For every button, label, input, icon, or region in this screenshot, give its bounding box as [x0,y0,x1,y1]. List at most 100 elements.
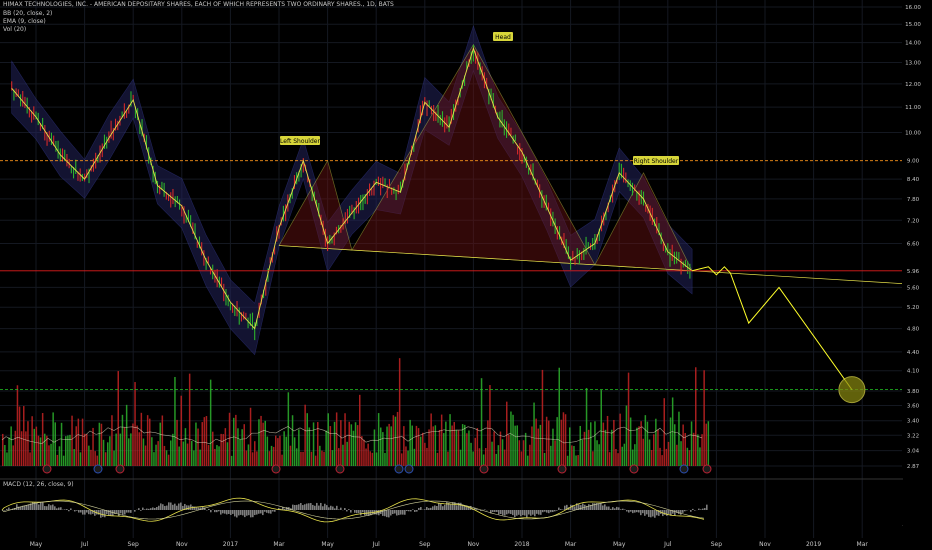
indicator-ema: EMA (9, close) [3,18,46,25]
price-tick-label: 5.20 [907,305,920,311]
macd-histogram-bar [54,506,56,510]
price-tick-label: 11.00 [905,105,921,111]
macd-histogram-bar [518,510,520,515]
macd-histogram-bar [560,509,562,510]
volume-bar [550,445,552,466]
event-marker-icon [42,464,52,474]
volume-bar [81,418,84,466]
macd-histogram-bar [140,510,142,511]
macd-histogram-bar [508,510,510,514]
volume-bar [512,414,514,466]
macd-histogram-bar [320,502,322,510]
macd-histogram-bar [346,510,348,512]
volume-bar [165,450,168,466]
macd-histogram-bar [552,510,554,513]
volume-bar [447,451,449,466]
volume-bar [596,440,598,466]
macd-histogram-bar [214,510,216,513]
volume-bar [88,445,90,466]
macd-histogram-bar [154,507,156,510]
volume-bar [113,450,115,466]
volume-bar [270,445,273,466]
macd-histogram-bar [690,510,692,512]
macd-histogram-bar [134,510,136,512]
macd-histogram-bar [116,510,118,514]
volume-bar [115,433,117,466]
volume-bar [239,439,241,466]
macd-histogram-bar [406,510,408,512]
volume-bar [398,358,401,466]
macd-histogram-bar [652,510,654,517]
volume-bar [407,450,409,466]
volume-bar [497,445,500,466]
price-tick-label: 3.60 [907,403,920,409]
macd-histogram-bar [254,510,256,516]
volume-bar [296,448,298,466]
volume-bar [125,404,128,466]
volume-bar [585,387,588,466]
macd-histogram-bar [120,510,122,514]
indicator-vol: Vol (20) [3,26,27,33]
macd-histogram-bar [138,508,140,510]
volume-bar [293,437,296,466]
price-tick-label: 7.80 [907,197,920,203]
price-chart[interactable]: 9.005.963.82 0.50000.0000-0.5000 16.0015… [0,0,932,550]
volume-bar [522,440,525,466]
price-tick-label: 8.40 [907,177,920,183]
volume-bar [533,402,535,466]
macd-histogram-bar [520,510,522,517]
volume-bar [405,446,407,466]
event-marker-icon [702,464,712,474]
price-tick-label: 16.00 [905,5,921,11]
volume-bar [493,431,495,466]
event-marker-icon [679,464,689,474]
macd-histogram-bar [246,510,248,516]
volume-bar [510,411,512,466]
macd-histogram-bar [226,510,228,515]
volume-bar [508,434,510,466]
volume-bar [287,392,290,466]
volume-bar [90,449,92,466]
volume-bar [281,454,283,466]
macd-histogram-bar [592,503,594,510]
price-tick-label: 3.22 [907,433,919,439]
volume-bar [485,448,487,466]
volume-bar [642,438,644,466]
volume-bar [123,427,126,466]
volume-bar [188,373,191,466]
volume-bar [413,448,416,466]
volume-bar [306,413,308,466]
macd-histogram-bar [56,508,58,510]
volume-bar [527,455,529,466]
macd-histogram-bar [544,510,546,512]
volume-bar [285,436,287,466]
volume-bar [71,415,73,466]
macd-histogram-bar [310,503,312,510]
macd-histogram-bar [82,510,84,515]
volume-bar [20,431,23,466]
time-tick-label: May [30,541,43,548]
macd-histogram-bar [538,510,540,515]
volume-bar [566,455,569,466]
macd-histogram-bar [556,510,558,511]
macd-histogram-bar [348,509,350,510]
macd-histogram-bar [80,510,82,513]
macd-histogram-bar [244,510,246,518]
volume-bar [604,429,607,466]
macd-histogram-bar [532,510,534,515]
volume-bar [209,379,212,466]
macd-histogram-bar [616,506,618,510]
macd-histogram-bar [238,510,240,516]
volume-bar [491,441,493,466]
volume-bar [142,438,145,466]
volume-bar [514,425,516,466]
volume-bar [138,432,140,466]
volume-bar [214,448,216,466]
macd-histogram-bar [340,507,342,510]
macd-histogram-bar [704,508,706,510]
macd-histogram-bar [162,504,164,510]
volume-bar [233,417,235,466]
left-shoulder-label: Left Shoulder [280,136,320,145]
volume-bar [195,422,197,466]
target-circle [838,376,866,404]
